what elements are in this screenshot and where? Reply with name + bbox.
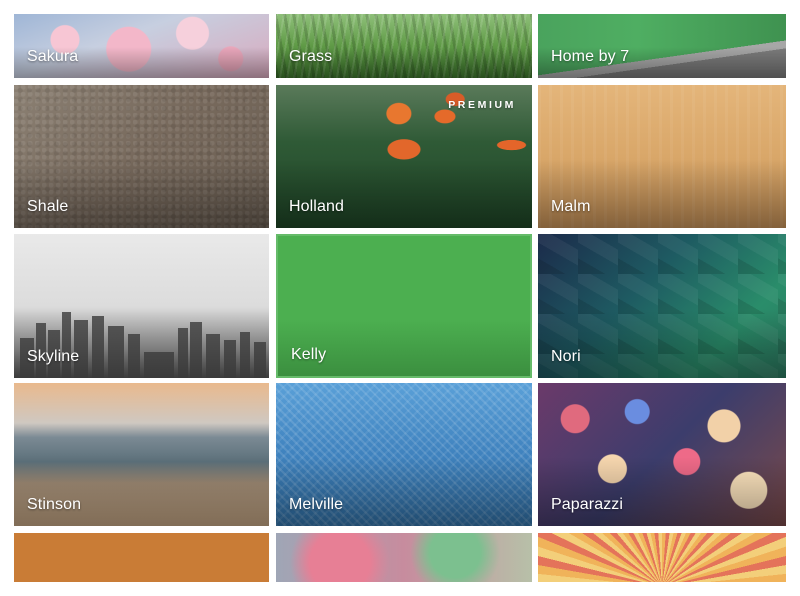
- theme-label: Melville: [289, 496, 344, 513]
- theme-tile-home-by-7[interactable]: Home by 7: [538, 14, 786, 78]
- theme-label: Sakura: [27, 48, 79, 65]
- theme-label: Malm: [551, 198, 591, 215]
- theme-label: Grass: [289, 48, 333, 65]
- theme-tile-paparazzi[interactable]: Paparazzi: [538, 383, 786, 526]
- label-shade: [276, 159, 532, 228]
- theme-tile-burst[interactable]: [538, 533, 786, 582]
- label-shade: [538, 159, 786, 228]
- label-shade: [538, 308, 786, 378]
- label-shade: [276, 457, 532, 526]
- label-shade: [538, 457, 786, 526]
- theme-label: Nori: [551, 348, 581, 365]
- theme-label: Paparazzi: [551, 496, 624, 513]
- theme-tile-malm[interactable]: Malm: [538, 85, 786, 228]
- label-shade: [14, 159, 269, 228]
- label-shade: [14, 308, 269, 378]
- theme-tile-skyline[interactable]: Skyline: [14, 234, 269, 378]
- theme-tile-blur[interactable]: [276, 533, 532, 582]
- theme-tile-grass[interactable]: Grass: [276, 14, 532, 78]
- label-shade: [14, 457, 269, 526]
- theme-tile-stinson[interactable]: Stinson: [14, 383, 269, 526]
- theme-tile-holland[interactable]: PREMIUM Holland: [276, 85, 532, 228]
- theme-label: Holland: [289, 198, 344, 215]
- theme-label: Shale: [27, 198, 69, 215]
- theme-tile-shale[interactable]: Shale: [14, 85, 269, 228]
- theme-tile-orange[interactable]: [14, 533, 269, 582]
- theme-grid: Sakura Grass Home by 7 Shale PREMIUM Hol…: [0, 0, 800, 596]
- theme-label: Home by 7: [551, 48, 630, 65]
- theme-tile-kelly[interactable]: Kelly: [276, 234, 532, 378]
- premium-badge: PREMIUM: [448, 99, 516, 111]
- theme-tile-melville[interactable]: Melville: [276, 383, 532, 526]
- theme-label: Skyline: [27, 348, 80, 365]
- theme-label: Kelly: [291, 346, 327, 363]
- theme-tile-sakura[interactable]: Sakura: [14, 14, 269, 78]
- theme-tile-nori[interactable]: Nori: [538, 234, 786, 378]
- theme-label: Stinson: [27, 496, 82, 513]
